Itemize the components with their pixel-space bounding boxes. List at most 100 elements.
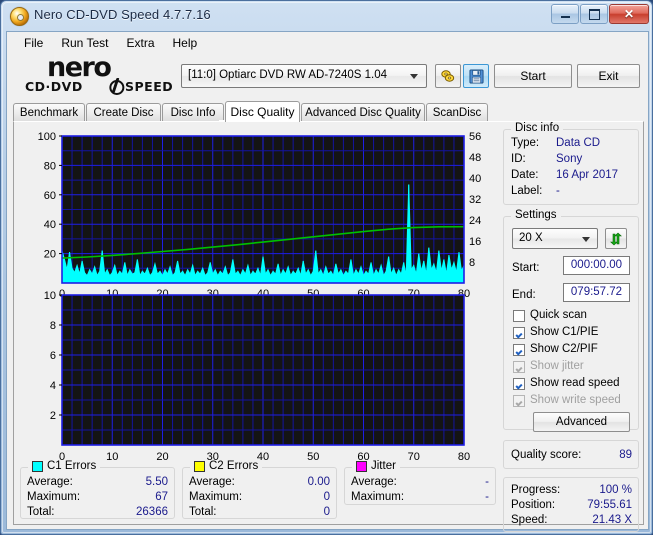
svg-text:8: 8 [469,257,475,269]
drive-select[interactable]: [11:0] Optiarc DVD RW AD-7240S 1.04 [181,64,427,88]
start-time-field[interactable]: 000:00.00 [563,256,630,275]
disc-label-value: - [556,185,560,197]
menu-item-extra[interactable]: Extra [117,34,163,52]
speed-value: 21.43 X [592,514,632,526]
tab-benchmark[interactable]: Benchmark [13,103,85,121]
speed-select-value: 20 X [519,232,543,244]
svg-text:2: 2 [50,410,56,422]
close-button[interactable]: ✕ [609,4,649,24]
save-button[interactable] [463,64,489,88]
svg-text:32: 32 [469,194,481,206]
maximize-icon [588,8,600,20]
refresh-arrows-icon [610,232,622,246]
checkbox-box [513,327,525,339]
c1-errors-chart-svg: 2040608010081624324048560 10 20 30 40 50 60 70 8… [38,131,482,300]
end-time-label: End: [512,289,536,301]
checkbox-label: Show C1/PIE [530,326,599,338]
svg-text:48: 48 [469,152,481,164]
menu-item-file[interactable]: File [15,34,52,52]
start-button[interactable]: Start [494,64,572,88]
speed-label: Speed: [511,514,548,526]
checkbox-box [513,378,525,390]
progress-label: Progress: [511,484,561,496]
svg-text:80: 80 [458,451,470,463]
c2-average-label: Average: [189,476,235,488]
svg-text:8: 8 [50,320,56,332]
c1-color-swatch [32,460,43,472]
disc-type-value: Data CD [556,137,601,149]
tab-disc-info[interactable]: Disc Info [162,103,224,121]
disc-type-label: Type: [511,137,540,149]
quality-score-label: Quality score: [511,449,582,461]
c1-errors-stats: C1 Errors Average: 5.50 Maximum: 67 Tota… [20,460,175,519]
svg-text:60: 60 [44,190,56,202]
tab-advanced-disc-quality[interactable]: Advanced Disc Quality [301,103,425,121]
jitter-maximum-label: Maximum: [351,491,405,503]
menu-item-run-test[interactable]: Run Test [52,34,117,52]
tab-create-disc[interactable]: Create Disc [86,103,161,121]
c1-errors-stats-title: C1 Errors [47,460,97,472]
c1-average-value: 5.50 [145,476,168,488]
c2-color-swatch [194,460,205,472]
nero-logo: nero CD·DVD SPEED [25,52,200,98]
floppy-save-icon [469,69,484,84]
disc-info-legend: Disc info [511,122,564,134]
checkbox-box [513,395,525,407]
disc-scan-icon [441,70,455,82]
window-controls: ✕ [551,4,649,25]
settings-legend: Settings [511,209,561,221]
svg-text:24: 24 [469,215,481,227]
jitter-average-label: Average: [351,476,397,488]
drive-select-value: [11:0] Optiarc DVD RW AD-7240S 1.04 [188,69,387,81]
disc-scan-button[interactable] [435,64,461,88]
disc-id-label: ID: [511,153,526,165]
svg-text:4: 4 [50,380,56,392]
quality-score-group: Quality score: 89 [503,440,639,469]
svg-text:40: 40 [469,173,481,185]
toolbar: nero CD·DVD SPEED [11:0] Optiarc DVD RW … [7,52,648,99]
settings-group: Settings 20 X Start: 000:00.00 End: 079:… [503,209,639,432]
jitter-maximum-value: - [485,491,489,503]
disc-info-group: Disc info Type: Data CD ID: Sony Date: 1… [503,122,639,205]
position-label: Position: [511,499,556,511]
maximize-button[interactable] [580,4,608,24]
title-bar: Nero CD-DVD Speed 4.7.7.16 ✕ [1,1,653,31]
svg-text:16: 16 [469,236,481,248]
c2-errors-stats-title: C2 Errors [209,460,259,472]
c1-total-value: 26366 [136,506,168,518]
svg-text:100: 100 [38,131,56,143]
advanced-button[interactable]: Advanced [533,412,630,432]
disc-date-label: Date: [511,169,539,181]
speed-select[interactable]: 20 X [512,228,598,249]
position-value: 79:55.61 [587,499,632,511]
disc-date-value: 16 Apr 2017 [556,169,619,181]
svg-text:80: 80 [44,160,56,172]
svg-text:50: 50 [307,451,319,463]
checkbox-label: Show read speed [530,377,620,389]
jitter-stats: Jitter Average: - Maximum: - [344,460,496,505]
minimize-button[interactable] [551,4,579,24]
refresh-button[interactable] [605,228,627,249]
chevron-down-icon [582,237,590,242]
checkbox-label: Show C2/PIF [530,343,598,355]
checkbox-box [513,361,525,373]
svg-text:20: 20 [156,451,168,463]
checkbox-label: Show write speed [530,394,621,406]
tab-scandisc[interactable]: ScanDisc [426,103,488,121]
svg-text:6: 6 [50,350,56,362]
window-title: Nero CD-DVD Speed 4.7.7.16 [34,7,211,22]
tab-disc-quality[interactable]: Disc Quality [225,101,300,122]
svg-text:10: 10 [44,290,56,302]
svg-text:20: 20 [44,249,56,261]
exit-button[interactable]: Exit [577,64,640,88]
quality-score-value: 89 [619,449,632,461]
jitter-stats-title: Jitter [371,460,396,472]
end-time-field[interactable]: 079:57.72 [563,283,630,302]
c2-average-value: 0.00 [307,476,330,488]
c1-average-label: Average: [27,476,73,488]
c2-errors-stats-header: C2 Errors [190,460,263,472]
checkbox-box [513,310,525,322]
menu-item-help[interactable]: Help [164,34,207,52]
c2-errors-chart: 2 4 6 8 10 0 10 20 30 40 50 60 70 80 [20,287,496,467]
c2-maximum-value: 0 [323,491,330,503]
